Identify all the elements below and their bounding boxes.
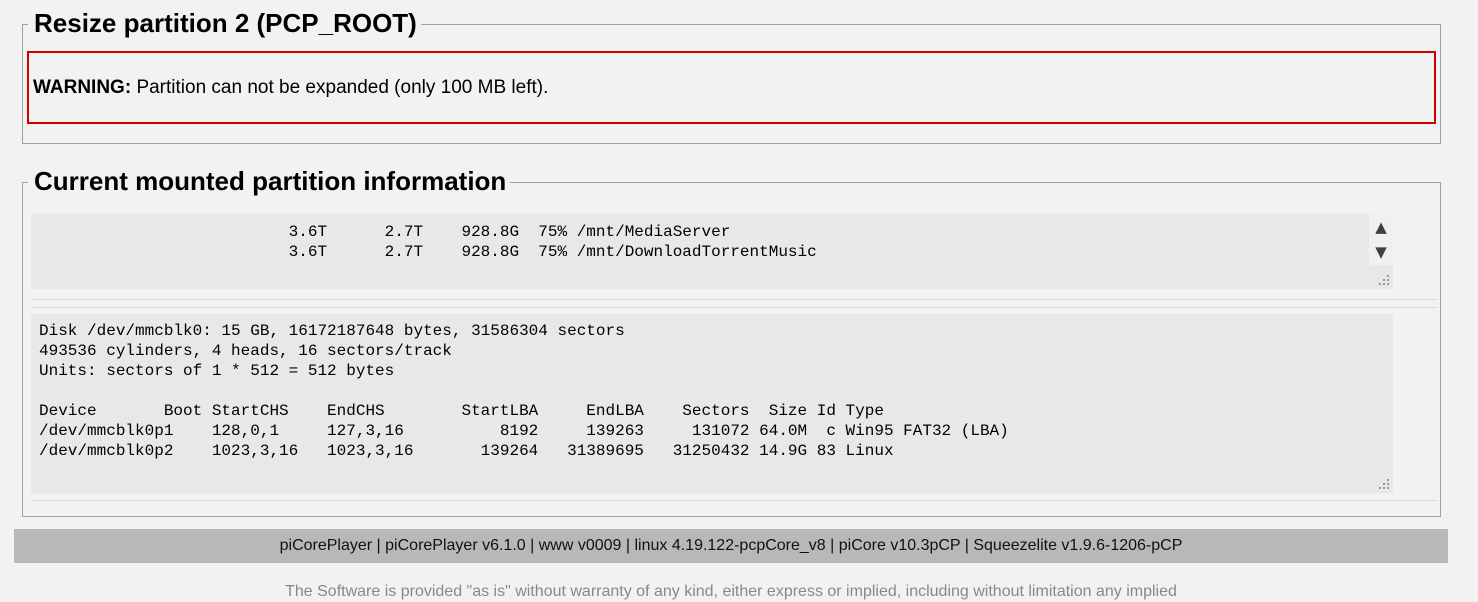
warning-label: WARNING: [33,77,132,98]
warning-box: WARNING: Partition can not be expanded (… [27,51,1436,124]
fdisk-textarea[interactable]: Disk /dev/mmcblk0: 15 GB, 16172187648 by… [31,314,1393,493]
disclaimer-text: The Software is provided "as is" without… [285,583,1177,600]
warning-text: WARNING: Partition can not be expanded (… [33,77,548,99]
divider [31,307,1437,308]
scroll-down-icon[interactable]: ▼ [1370,242,1392,262]
divider [31,299,1437,300]
current-partition-title: Current mounted partition information [28,166,511,196]
divider [31,500,1437,501]
resize-grip-icon[interactable] [1379,479,1391,491]
warning-message: Partition can not be expanded (only 100 … [136,77,549,98]
version-footer: piCorePlayer | piCorePlayer v6.1.0 | www… [14,529,1448,563]
mounts-textarea[interactable]: 3.6T 2.7T 928.8G 75% /mnt/MediaServer 3.… [31,213,1393,289]
resize-partition-title: Resize partition 2 (PCP_ROOT) [28,8,421,38]
scroll-up-icon[interactable]: ▲ [1370,217,1392,237]
resize-grip-icon[interactable] [1379,275,1391,287]
